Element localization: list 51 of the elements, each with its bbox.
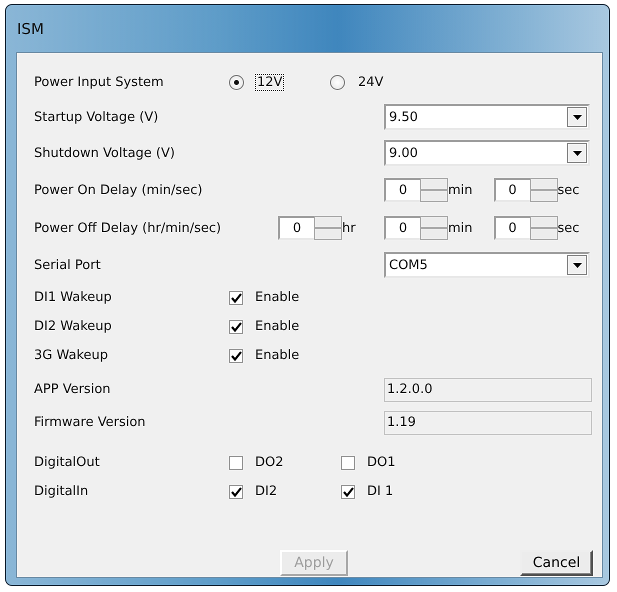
- field-label: Shutdown Voltage (V): [34, 146, 176, 160]
- checkbox-label[interactable]: DO2: [254, 455, 285, 470]
- checkbox-label[interactable]: DI 1: [366, 484, 394, 499]
- field-label: Serial Port: [34, 258, 102, 272]
- checkbox[interactable]: [229, 456, 243, 470]
- dropdown-arrow-icon: [572, 114, 582, 120]
- number-field[interactable]: 0: [384, 216, 420, 240]
- field-label: DigitalOut: [34, 455, 101, 470]
- number-field[interactable]: 0: [494, 216, 530, 240]
- field-label: Firmware Version: [34, 415, 147, 430]
- unit-label: min: [448, 220, 473, 236]
- field-label: Power On Delay (min/sec): [34, 182, 204, 198]
- option-label[interactable]: 24V: [357, 74, 384, 90]
- field-label: APP Version: [34, 382, 112, 397]
- readonly-field: 1.19: [384, 410, 592, 434]
- checkbox-label[interactable]: DI2: [254, 484, 278, 499]
- checkbox[interactable]: [229, 320, 243, 334]
- checkbox[interactable]: [229, 484, 243, 498]
- checkbox[interactable]: [341, 456, 355, 470]
- field-label: Power Off Delay (hr/min/sec): [34, 220, 222, 236]
- unit-label: min: [448, 182, 473, 198]
- field-label: DI2 Wakeup: [34, 319, 113, 334]
- option-label[interactable]: 12V: [256, 74, 284, 90]
- readonly-field: 1.2.0.0: [384, 378, 592, 402]
- checkbox[interactable]: [229, 348, 243, 362]
- checkbox-label[interactable]: Enable: [254, 319, 300, 334]
- field-label: DI1 Wakeup: [34, 290, 113, 305]
- checkbox[interactable]: [341, 484, 355, 498]
- checkbox-label[interactable]: DO1: [366, 455, 397, 470]
- dropdown[interactable]: 9.00: [384, 140, 590, 166]
- cancel-button[interactable]: Cancel: [520, 550, 593, 576]
- field-label: 3G Wakeup: [34, 348, 110, 363]
- field-label: DigitalIn: [34, 484, 90, 499]
- field-label: Startup Voltage (V): [34, 110, 160, 124]
- unit-label: sec: [558, 182, 580, 198]
- checkbox-label[interactable]: Enable: [254, 290, 300, 305]
- dropdown-arrow-icon: [572, 150, 582, 156]
- field-label: Power Input System: [34, 74, 165, 90]
- unit-label: sec: [558, 220, 580, 236]
- dropdown-arrow-icon: [572, 262, 582, 268]
- unit-label: hr: [342, 220, 356, 236]
- number-field[interactable]: 0: [494, 178, 530, 202]
- dropdown[interactable]: COM5: [384, 252, 590, 278]
- checkbox-label[interactable]: Enable: [254, 348, 300, 363]
- radio-button[interactable]: [229, 74, 244, 90]
- radio-button[interactable]: [330, 74, 345, 90]
- window-title: ISM: [16, 20, 44, 38]
- number-field[interactable]: 0: [278, 216, 314, 240]
- checkbox[interactable]: [229, 290, 243, 304]
- dropdown[interactable]: 9.50: [384, 104, 590, 130]
- number-field[interactable]: 0: [384, 178, 420, 202]
